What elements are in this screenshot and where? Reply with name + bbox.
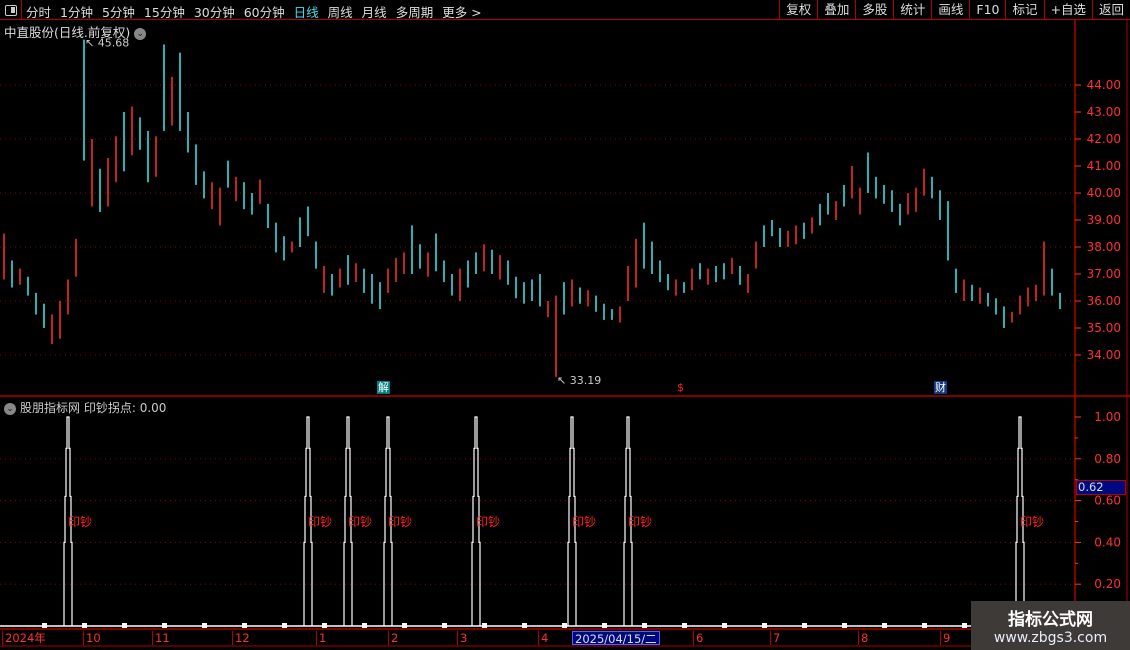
price-tick-label: 38.00 [1087, 240, 1121, 254]
baseline-marker [402, 623, 407, 628]
baseline-marker [122, 623, 127, 628]
baseline-marker [882, 623, 887, 628]
signal-label: 印钞 [388, 514, 412, 529]
baseline-marker [242, 623, 247, 628]
date-axis-label: 7 [770, 631, 780, 645]
baseline-marker [202, 623, 207, 628]
date-axis-label: 12 [232, 631, 250, 645]
indicator-value: 印钞拐点: 0.00 [83, 401, 167, 415]
event-marker[interactable]: $ [676, 381, 685, 394]
baseline-marker [562, 623, 567, 628]
indicator-tick-label: 0.20 [1094, 577, 1121, 591]
baseline-marker [442, 623, 447, 628]
date-axis-label: 6 [693, 631, 703, 645]
baseline-marker [82, 623, 87, 628]
price-tick-label: 34.00 [1087, 348, 1121, 362]
indicator-tick-label: 0.80 [1094, 452, 1121, 466]
date-axis-label: 2 [388, 631, 398, 645]
date-axis-label: 11 [152, 631, 170, 645]
selected-date: 2025/04/15/二 [572, 631, 660, 646]
signal-label: 印钞 [628, 514, 652, 529]
price-tick-label: 44.00 [1087, 78, 1121, 92]
signal-label: 印钞 [68, 514, 92, 529]
baseline-marker [602, 623, 607, 628]
date-axis-label: 9 [940, 631, 950, 645]
current-value-box: 0.62 [1076, 480, 1126, 495]
baseline-marker [842, 623, 847, 628]
signal-label: 印钞 [572, 514, 596, 529]
price-tick-label: 43.00 [1087, 105, 1121, 119]
baseline-marker [362, 623, 367, 628]
price-tick-label: 35.00 [1087, 321, 1121, 335]
baseline-marker [802, 623, 807, 628]
baseline-marker [642, 623, 647, 628]
price-tick-label: 37.00 [1087, 267, 1121, 281]
watermark: 指标公式网 www.zbgs3.com [971, 601, 1130, 650]
signal-label: 印钞 [348, 514, 372, 529]
price-tick-label: 41.00 [1087, 159, 1121, 173]
signal-label: 印钞 [1020, 514, 1044, 529]
chevron-down-icon[interactable]: ⌄ [4, 402, 16, 415]
baseline-marker [962, 623, 967, 628]
price-tick-label: 40.00 [1087, 186, 1121, 200]
indicator-title: ⌄ 股朋指标网 印钞拐点: 0.00 [4, 399, 166, 416]
date-axis-label: 8 [858, 631, 868, 645]
event-marker[interactable]: 财 [934, 381, 947, 394]
watermark-title: 指标公式网 [1008, 610, 1093, 630]
signal-label: 印钞 [308, 514, 332, 529]
indicator-source: 股朋指标网 [20, 401, 81, 415]
signal-label: 印钞 [476, 514, 500, 529]
indicator-tick-label: 1.00 [1094, 410, 1121, 424]
baseline-marker [162, 623, 167, 628]
date-axis-label: 2024年 [2, 631, 46, 645]
low-price-label: ↖ 33.19 [557, 374, 601, 387]
price-tick-label: 36.00 [1087, 294, 1121, 308]
baseline-marker [762, 623, 767, 628]
high-price-label: ↖ 45.68 [85, 37, 129, 50]
date-axis-label: 3 [457, 631, 467, 645]
event-marker[interactable]: 解 [377, 381, 390, 394]
baseline-marker [722, 623, 727, 628]
baseline-marker [282, 623, 287, 628]
chart-canvas: 44.0043.0042.0041.0040.0039.0038.0037.00… [0, 20, 1130, 650]
indicator-tick-label: 0.40 [1094, 535, 1121, 549]
baseline-marker [42, 623, 47, 628]
baseline-marker [522, 623, 527, 628]
price-tick-label: 39.00 [1087, 213, 1121, 227]
date-axis-label: 4 [538, 631, 548, 645]
baseline-marker [482, 623, 487, 628]
baseline-marker [922, 623, 927, 628]
watermark-url: www.zbgs3.com [993, 630, 1108, 646]
date-axis-label: 10 [83, 631, 101, 645]
price-tick-label: 42.00 [1087, 132, 1121, 146]
date-axis-label: 1 [316, 631, 326, 645]
baseline-marker [682, 623, 687, 628]
indicator-tick-label: 0.60 [1094, 494, 1121, 508]
baseline-marker [322, 623, 327, 628]
